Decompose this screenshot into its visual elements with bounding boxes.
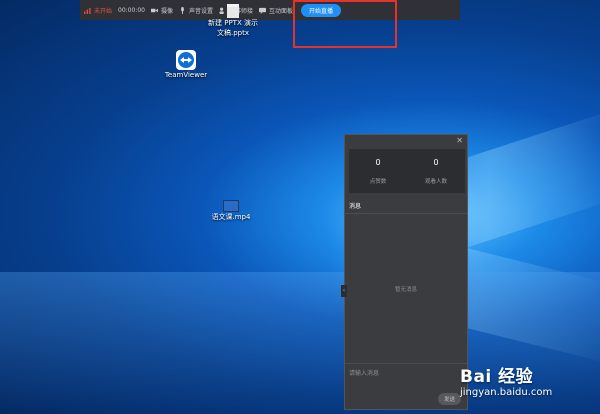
- video-file-label: 语文课.mp4: [211, 213, 251, 221]
- document-icon: [227, 4, 239, 18]
- camera-icon: [150, 8, 158, 12]
- camera-button[interactable]: 摄像: [150, 6, 173, 15]
- status-label: 未开始: [94, 7, 113, 15]
- divider: [345, 213, 467, 214]
- viewers-stat: 0 观看人数: [407, 149, 465, 193]
- teamviewer-icon[interactable]: TeamViewer: [158, 50, 214, 80]
- teamviewer-label: TeamViewer: [164, 71, 208, 79]
- watermark-url: jingyan.baidu.com: [460, 387, 553, 398]
- timer-display: 00:00:00: [118, 6, 145, 14]
- watermark: Bai 经验 jingyan.baidu.com: [460, 362, 552, 398]
- divider: [345, 363, 467, 364]
- video-file-icon[interactable]: 语文课.mp4: [203, 200, 259, 222]
- viewers-count: 0: [433, 157, 439, 167]
- message-input[interactable]: [347, 366, 461, 380]
- highlight-box: [293, 0, 397, 48]
- empty-messages: 暂无消息: [394, 287, 417, 293]
- likes-count: 0: [375, 157, 381, 167]
- microphone-icon: [181, 6, 184, 14]
- status-indicator: 未开始: [84, 6, 112, 15]
- stats-box: 0 点赞数 0 观看人数: [349, 149, 465, 193]
- signal-icon: [84, 7, 91, 14]
- live-toolbar: 未开始 00:00:00 摄像 声音设置 多讲师接 互动面板 开始直播: [80, 0, 460, 20]
- video-icon: [223, 200, 239, 212]
- pptx-file-label: 新建 PPTX 演示文稿.pptx: [208, 19, 258, 37]
- viewers-label: 观看人数: [424, 178, 447, 185]
- likes-stat: 0 点赞数: [349, 149, 407, 193]
- live-side-panel: ✕ 0 点赞数 0 观看人数 消息 暂无消息 ‹ 发送: [341, 134, 468, 410]
- close-icon[interactable]: ✕: [456, 136, 463, 145]
- interact-panel-label: 互动面板: [269, 7, 294, 15]
- messages-header: 消息: [349, 203, 362, 210]
- likes-label: 点赞数: [369, 178, 387, 185]
- camera-label: 摄像: [160, 7, 173, 15]
- interact-panel-button[interactable]: 互动面板: [259, 6, 293, 15]
- teamviewer-logo-icon: [176, 50, 196, 70]
- desktop-background: 未开始 00:00:00 摄像 声音设置 多讲师接 互动面板 开始直播 新建 P…: [0, 0, 600, 414]
- send-button[interactable]: 发送: [437, 393, 461, 405]
- collapse-chevron-icon[interactable]: ‹: [341, 285, 347, 297]
- watermark-logo: Bai 经验: [460, 367, 534, 387]
- pptx-file-icon[interactable]: 新建 PPTX 演示文稿.pptx: [205, 4, 261, 38]
